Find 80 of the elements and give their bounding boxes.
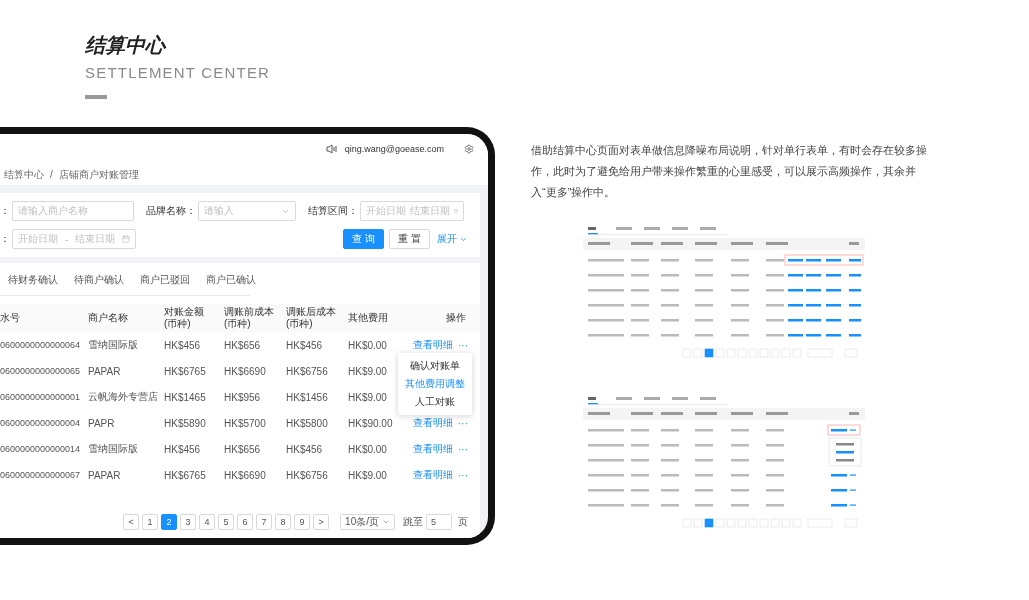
column-header: 操作	[445, 312, 467, 324]
table-cell-text: 雪纳国际版	[87, 442, 139, 456]
filter-label: ：	[0, 204, 10, 218]
table-cell-text: HK$6756	[285, 469, 329, 481]
table-cell-text: PAPAR	[87, 469, 122, 481]
page-button[interactable]: 3	[180, 514, 197, 530]
previous-page-button[interactable]: <	[123, 514, 140, 530]
table-cell-text: HK$0.00	[347, 339, 388, 351]
table-cell-text: 0600000000000014	[0, 444, 82, 454]
page-suffix: 页	[458, 515, 468, 529]
breadcrumb-item[interactable]: 结算中心	[4, 168, 44, 182]
filter-label: 品牌名称：	[146, 204, 196, 218]
menu-item[interactable]: 确认对账单	[398, 357, 472, 375]
page-button[interactable]: 4	[199, 514, 216, 530]
table-cell-text: 0600000000000001	[0, 392, 82, 402]
table-cell-text: HK$9.00	[347, 365, 388, 377]
table-cell-text: HK$5890	[163, 417, 207, 429]
filter-label: 结算区间：	[308, 204, 358, 218]
page-size-select[interactable]: 10条/页	[340, 514, 395, 530]
table-cell-text: HK$6690	[223, 365, 267, 377]
table-cell-text: HK$456	[163, 443, 202, 455]
column-header: 水号	[0, 312, 21, 324]
table-cell-text: HK$5800	[285, 417, 329, 429]
title-underline	[85, 95, 107, 99]
column-header: 其他费用	[347, 312, 389, 324]
jump-label: 跳至	[403, 515, 423, 529]
page-button[interactable]: 9	[294, 514, 311, 530]
table-cell-text: HK$456	[285, 443, 324, 455]
calendar-icon	[121, 235, 130, 243]
table-cell-text: 0600000000000065	[0, 366, 82, 376]
table-cell-text: PAPAR	[87, 365, 122, 377]
menu-item[interactable]: 人工对账	[398, 393, 472, 411]
table-cell-text: HK$5700	[223, 417, 267, 429]
table-cell-text: HK$956	[223, 391, 262, 403]
page-subtitle: SETTLEMENT CENTER	[85, 64, 271, 81]
table-cell-text: 云帆海外专营店	[87, 390, 159, 404]
speaker-icon[interactable]	[325, 144, 337, 155]
description-paragraph: 借助结算中心页面对表单做信息降噪布局说明，针对单行表单，有时会存在较多操作，此时为了避免给用户带来操作繁重的心里感受，可以展示高频操作，其余并入“更多”操作中。	[531, 143, 928, 200]
table-cell-text: HK$6765	[163, 469, 207, 481]
column-header: 商户名称	[87, 312, 129, 324]
table-cell-text: 0600000000000004	[0, 418, 82, 428]
table-cell-text: HK$456	[163, 339, 202, 351]
next-page-button[interactable]: >	[313, 514, 330, 530]
breadcrumb-item[interactable]: 店铺商户对账管理	[58, 168, 139, 182]
table-cell-text: PAPR	[87, 417, 116, 429]
table-cell-text: HK$6690	[223, 469, 267, 481]
table-cell-text: HK$9.00	[347, 469, 388, 481]
table-cell-text: HK$9.00	[347, 391, 388, 403]
status-tab[interactable]: 待财务确认	[8, 267, 58, 295]
user-email: qing.wang@goease.com	[344, 144, 444, 155]
page-button[interactable]: 5	[218, 514, 235, 530]
table-cell-text: HK$6756	[285, 365, 329, 377]
table-cell-text: HK$656	[223, 339, 262, 351]
breadcrumb-separator: /	[50, 169, 53, 181]
chevron-down-icon	[382, 518, 390, 526]
status-tab[interactable]: 待商户确认	[74, 267, 124, 295]
table-cell-text: HK$456	[285, 339, 324, 351]
table-cell-text: HK$0.00	[347, 443, 388, 455]
table-cell-text: 0600000000000064	[0, 340, 82, 350]
status-tab[interactable]: 商户已确认	[206, 267, 256, 295]
column-header: 调账后成本(币种)	[285, 306, 337, 330]
page-jump-field[interactable]: 5	[426, 514, 452, 530]
table-cell-text: HK$1456	[285, 391, 329, 403]
table-cell-text: HK$656	[223, 443, 262, 455]
status-tab[interactable]: 商户已驳回	[140, 267, 190, 295]
settings-icon[interactable]	[464, 144, 474, 155]
filter-label: ：	[0, 232, 10, 246]
table-cell-text: HK$90.00	[347, 417, 394, 429]
table-cell-text: 0600000000000067	[0, 470, 82, 480]
page-title: 结算中心	[85, 33, 165, 58]
reset-button[interactable]: 重 置	[389, 229, 430, 249]
page-button[interactable]: 6	[237, 514, 254, 530]
column-header: 调账前成本(币种)	[223, 306, 275, 330]
table-cell-text: HK$6765	[163, 365, 207, 377]
column-header: 对账金额(币种)	[163, 306, 205, 330]
page-button[interactable]: 7	[256, 514, 273, 530]
page-button[interactable]: 8	[275, 514, 292, 530]
page-button[interactable]: 1	[142, 514, 159, 530]
table-cell-text: 雪纳国际版	[87, 338, 139, 352]
table-cell-text: HK$1465	[163, 391, 207, 403]
